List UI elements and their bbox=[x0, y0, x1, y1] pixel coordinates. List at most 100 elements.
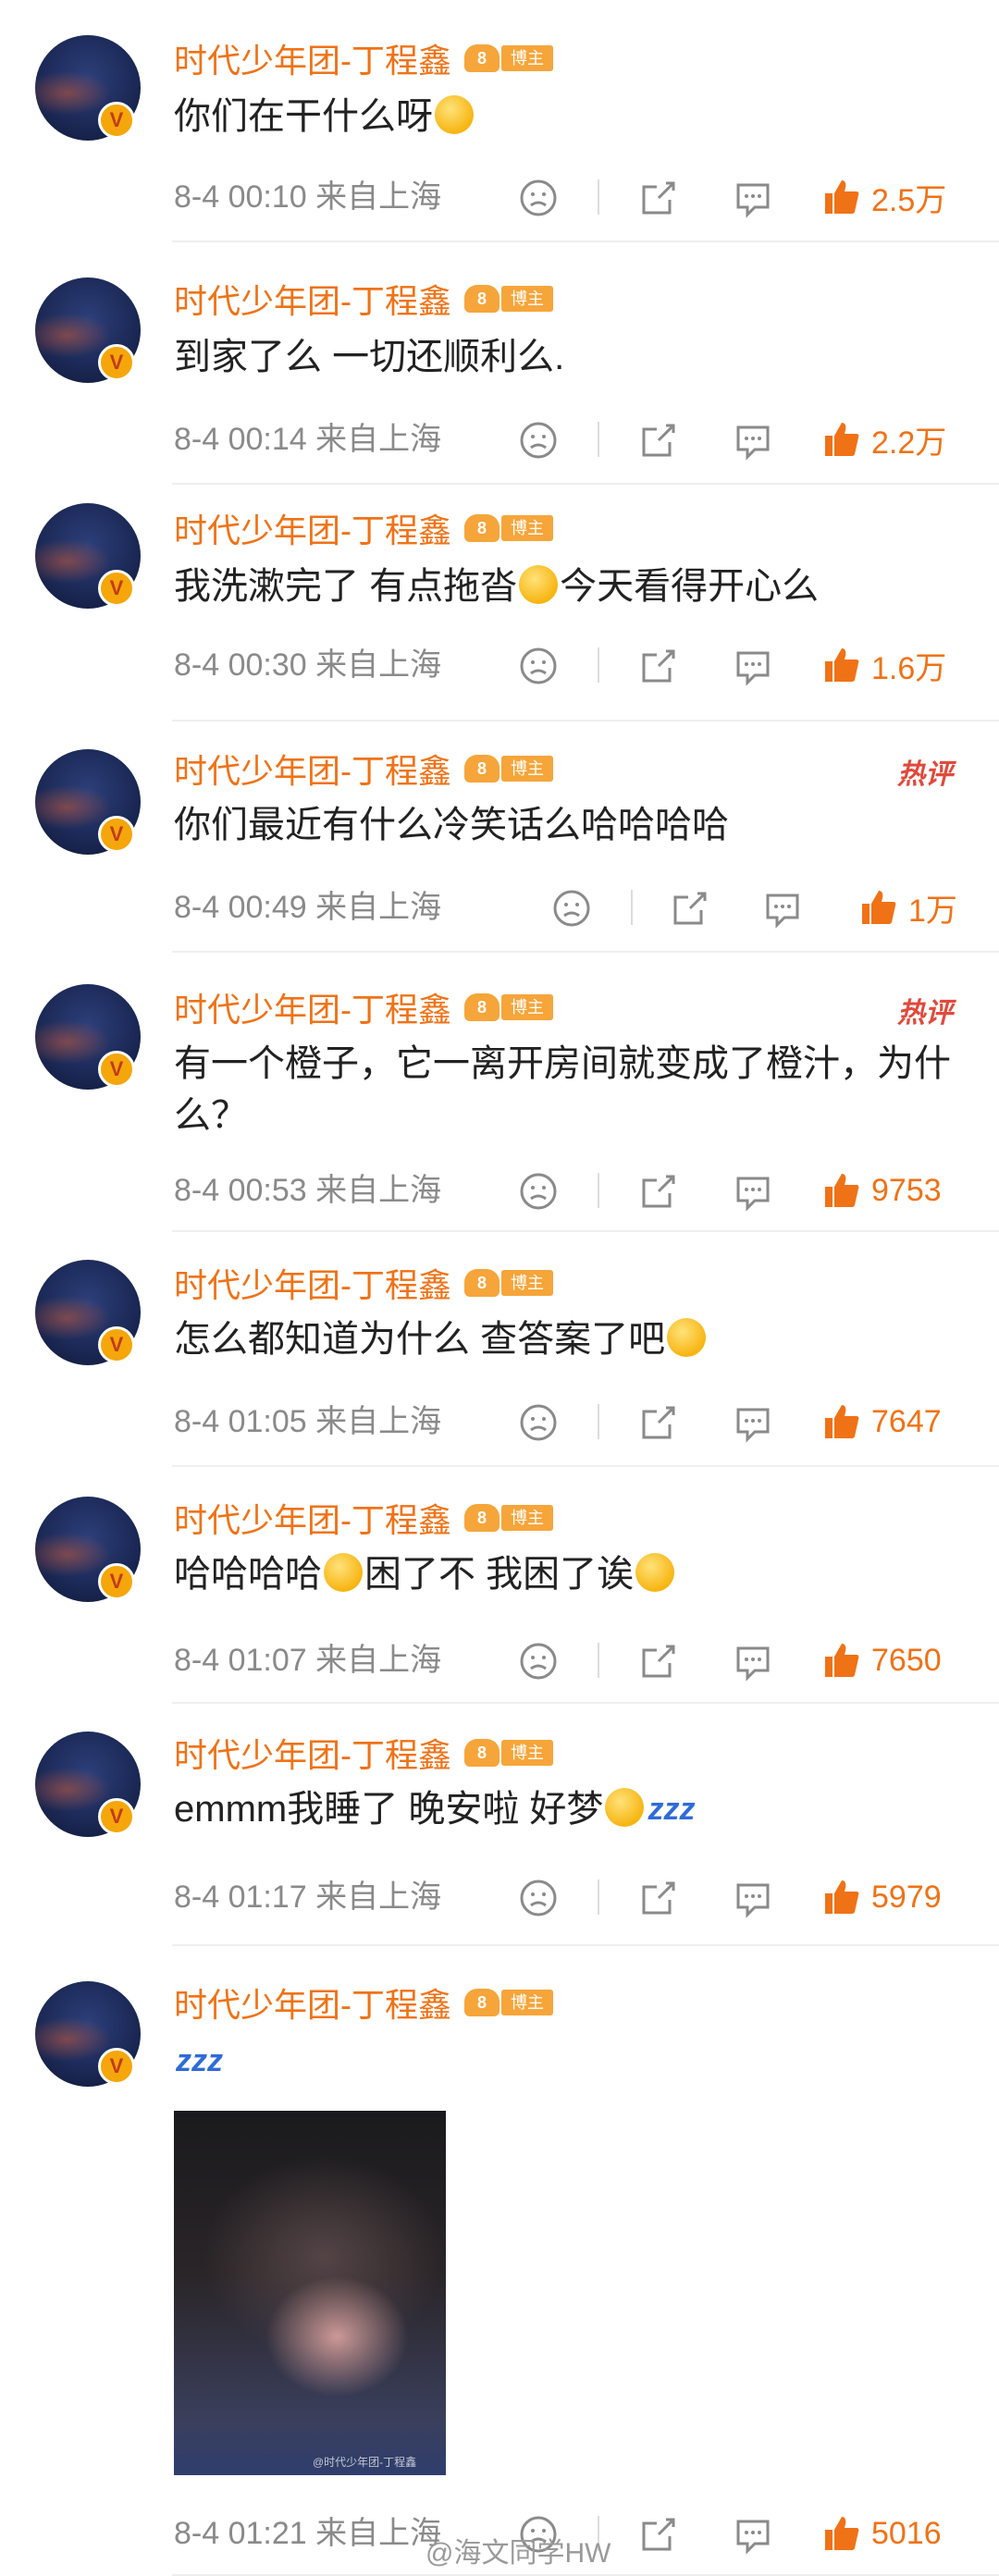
author-badge: 博主 bbox=[501, 1990, 553, 2015]
reply-icon[interactable] bbox=[733, 646, 773, 686]
level-badge: 8 bbox=[464, 1989, 500, 2016]
comment-text: 我洗漱完了 有点拖沓 今天看得开心么 bbox=[174, 565, 820, 607]
author-badge: 博主 bbox=[501, 1505, 553, 1531]
like-count: 5016 bbox=[871, 2515, 942, 2551]
comment-item: V 时代少年团-丁程鑫 8 博主 热评 你们最近有什么冷笑话么哈哈哈哈 8-4 … bbox=[0, 721, 999, 953]
thumbs-up-icon bbox=[825, 1174, 859, 1207]
author-badge: 博主 bbox=[501, 515, 553, 541]
hot-comment-badge: 热评 bbox=[897, 759, 953, 790]
comment-time: 8-4 00:49 来自上海 bbox=[174, 890, 442, 925]
username[interactable]: 时代少年团-丁程鑫 bbox=[174, 275, 451, 323]
comment-time: 8-4 01:17 来自上海 bbox=[174, 1880, 442, 1915]
like-count: 7650 bbox=[871, 1642, 942, 1678]
share-icon[interactable] bbox=[638, 646, 679, 686]
username[interactable]: 时代少年团-丁程鑫 bbox=[174, 34, 451, 82]
share-icon[interactable] bbox=[638, 2514, 679, 2555]
author-badge: 博主 bbox=[501, 45, 553, 71]
like-button[interactable]: 7647 bbox=[821, 1399, 942, 1445]
comment-text: emmm我睡了 晚安啦 好梦 zzz bbox=[174, 1783, 962, 1835]
hot-comment-badge: 热评 bbox=[897, 998, 953, 1029]
dislike-icon[interactable] bbox=[518, 1171, 559, 1212]
share-icon[interactable] bbox=[638, 1641, 679, 1682]
comment-time: 8-4 00:53 来自上海 bbox=[174, 1173, 442, 1208]
reply-icon[interactable] bbox=[733, 2514, 773, 2555]
dislike-icon[interactable] bbox=[551, 888, 592, 929]
username[interactable]: 时代少年团-丁程鑫 bbox=[174, 1729, 451, 1777]
username[interactable]: 时代少年团-丁程鑫 bbox=[174, 745, 451, 793]
comment-item: V 时代少年团-丁程鑫 8 博主 zzz @时代少年团-丁程鑫 8-4 01:2… bbox=[0, 1946, 999, 2576]
username[interactable]: 时代少年团-丁程鑫 bbox=[174, 504, 451, 552]
divider bbox=[598, 1173, 599, 1208]
reply-icon[interactable] bbox=[733, 1171, 773, 1212]
reply-icon[interactable] bbox=[733, 1878, 773, 1918]
reply-icon[interactable] bbox=[733, 178, 773, 218]
level-badge: 8 bbox=[464, 1269, 500, 1297]
thumbs-up-icon bbox=[825, 1644, 859, 1677]
comment-item: V 时代少年团-丁程鑫 8 博主 到家了么 一切还顺利么. 8-4 00:14 … bbox=[0, 242, 999, 485]
author-badge: 博主 bbox=[501, 756, 553, 782]
like-button[interactable]: 5979 bbox=[821, 1874, 942, 1920]
like-button[interactable]: 1万 bbox=[858, 884, 957, 931]
laugh-emoji-icon bbox=[519, 565, 559, 604]
dislike-icon[interactable] bbox=[518, 1878, 559, 1918]
verified-badge-icon: V bbox=[98, 816, 135, 853]
username[interactable]: 时代少年团-丁程鑫 bbox=[174, 1494, 451, 1542]
like-count: 1万 bbox=[908, 893, 957, 929]
sleep-zzz-icon: zzz bbox=[648, 1792, 696, 1827]
comment-time: 8-4 00:30 来自上海 bbox=[174, 647, 442, 683]
username[interactable]: 时代少年团-丁程鑫 bbox=[174, 1259, 451, 1307]
comment-text: 有一个橙子，它一离开房间就变成了橙汁，为什么？ bbox=[174, 1043, 951, 1136]
sleep-zzz-icon: zzz bbox=[176, 2043, 223, 2078]
reply-icon[interactable] bbox=[733, 420, 773, 461]
username[interactable]: 时代少年团-丁程鑫 bbox=[174, 983, 451, 1031]
comment-time: 8-4 00:14 来自上海 bbox=[174, 422, 442, 457]
divider bbox=[598, 1643, 599, 1678]
laugh-emoji-icon bbox=[635, 1553, 675, 1592]
like-button[interactable]: 9753 bbox=[821, 1167, 942, 1214]
level-badge: 8 bbox=[464, 755, 500, 783]
verified-badge-icon: V bbox=[98, 1798, 135, 1835]
author-badge: 博主 bbox=[501, 994, 553, 1020]
dislike-icon[interactable] bbox=[518, 1641, 559, 1682]
author-badge: 博主 bbox=[501, 1740, 553, 1766]
username[interactable]: 时代少年团-丁程鑫 bbox=[174, 1978, 451, 2027]
share-icon[interactable] bbox=[670, 888, 710, 929]
thumbs-up-icon bbox=[862, 891, 896, 924]
thumbs-up-icon bbox=[825, 423, 859, 456]
author-badge: 博主 bbox=[501, 286, 553, 312]
reply-icon[interactable] bbox=[762, 888, 803, 929]
like-button[interactable]: 2.2万 bbox=[821, 416, 946, 462]
dislike-icon[interactable] bbox=[518, 178, 559, 218]
like-button[interactable]: 2.5万 bbox=[821, 174, 946, 220]
share-icon[interactable] bbox=[638, 420, 679, 461]
comment-item: V 时代少年团-丁程鑫 8 博主 热评 有一个橙子，它一离开房间就变成了橙汁，为… bbox=[0, 953, 999, 1232]
comment-time: 8-4 01:05 来自上海 bbox=[174, 1404, 442, 1439]
divider bbox=[631, 890, 633, 925]
share-icon[interactable] bbox=[638, 1171, 679, 1212]
reply-icon[interactable] bbox=[733, 1641, 773, 1682]
thinking-emoji-icon bbox=[667, 1318, 707, 1357]
divider bbox=[598, 647, 599, 683]
level-badge: 8 bbox=[464, 285, 500, 313]
dislike-icon[interactable] bbox=[518, 420, 559, 461]
comment-time: 8-4 01:07 来自上海 bbox=[174, 1643, 442, 1678]
comment-text: 你们最近有什么冷笑话么哈哈哈哈 bbox=[174, 805, 729, 845]
share-icon[interactable] bbox=[638, 1878, 679, 1918]
comment-text: 到家了么 一切还顺利么. bbox=[174, 337, 565, 377]
like-button[interactable]: 5016 bbox=[821, 2510, 942, 2557]
like-count: 5979 bbox=[871, 1879, 942, 1915]
thumbs-up-icon bbox=[825, 2517, 859, 2550]
share-icon[interactable] bbox=[638, 178, 679, 218]
like-button[interactable]: 7650 bbox=[821, 1637, 942, 1683]
share-icon[interactable] bbox=[638, 1402, 679, 1443]
divider bbox=[598, 179, 599, 215]
comment-photo[interactable]: @时代少年团-丁程鑫 bbox=[174, 2111, 446, 2475]
reply-icon[interactable] bbox=[733, 1402, 773, 1443]
comment-item: V 时代少年团-丁程鑫 8 博主 怎么都知道为什么 查答案了吧 8-4 01:0… bbox=[0, 1232, 999, 1467]
dislike-icon[interactable] bbox=[518, 1402, 559, 1443]
crying-laugh-emoji-icon bbox=[324, 1553, 363, 1592]
like-button[interactable]: 1.6万 bbox=[821, 642, 946, 688]
comment-item: V 时代少年团-丁程鑫 8 博主 我洗漱完了 有点拖沓 今天看得开心么 8-4 0… bbox=[0, 485, 999, 721]
dislike-icon[interactable] bbox=[518, 646, 559, 686]
verified-badge-icon: V bbox=[98, 344, 135, 381]
